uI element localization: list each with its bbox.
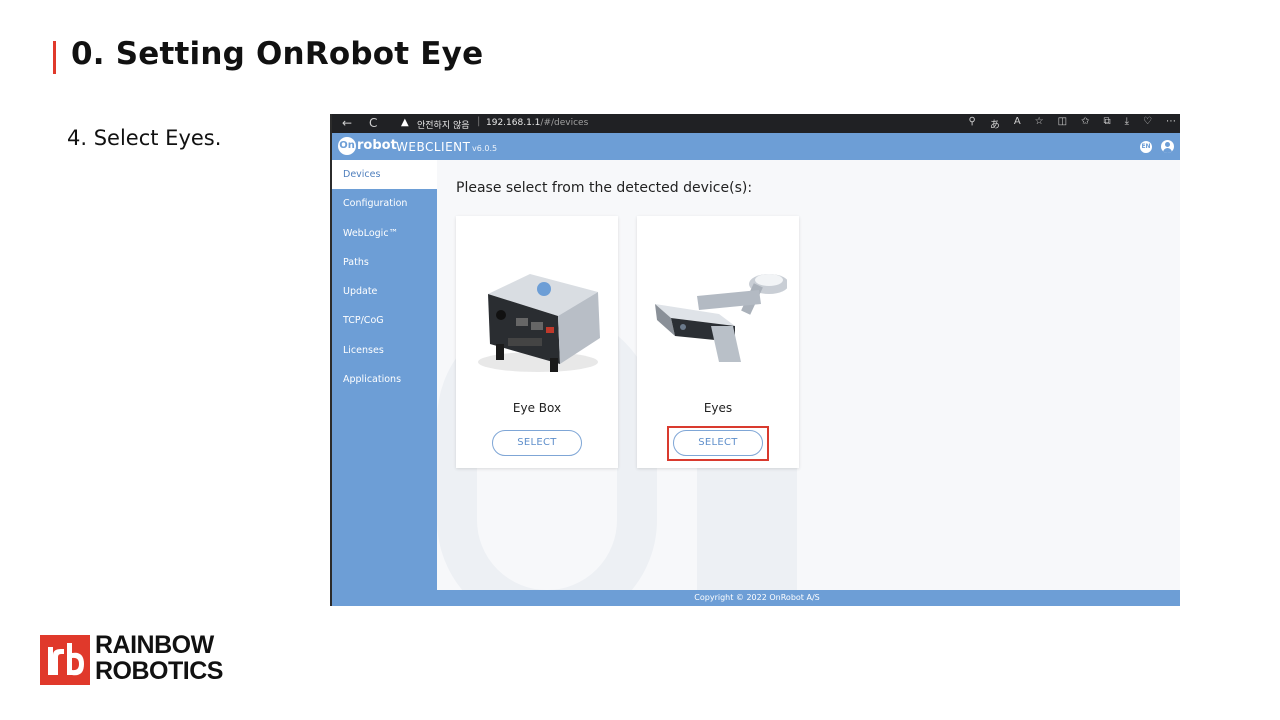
address-separator: | bbox=[477, 116, 481, 127]
refresh-icon[interactable]: C bbox=[369, 116, 377, 130]
webclient-screenshot: ← C ▲ 안전하지 않음 | 192.168.1.1/#/devices ⚲ … bbox=[330, 114, 1180, 606]
sidebar-item-update[interactable]: Update bbox=[332, 277, 437, 306]
title-accent-bar bbox=[53, 41, 56, 74]
brand-line-2: ROBOTICS bbox=[95, 657, 223, 685]
more-icon[interactable]: ⋯ bbox=[1166, 116, 1176, 131]
health-icon[interactable]: ♡ bbox=[1143, 116, 1152, 131]
favorites-icon[interactable]: ✩ bbox=[1081, 116, 1089, 131]
rainbow-robotics-logo-icon bbox=[40, 635, 90, 685]
device-card-eye-box: Eye Box SELECT bbox=[456, 216, 618, 468]
device-name-eye-box: Eye Box bbox=[512, 401, 562, 415]
onrobot-logo-text: robot bbox=[357, 138, 397, 153]
device-name-eyes: Eyes bbox=[703, 401, 733, 415]
warning-icon[interactable]: ▲ bbox=[401, 117, 409, 128]
onrobot-logo-icon: On bbox=[338, 137, 356, 155]
app-version: v6.0.5 bbox=[472, 144, 498, 153]
favorite-icon[interactable]: ☆ bbox=[1035, 116, 1044, 131]
read-aloud-icon[interactable]: A bbox=[1014, 116, 1021, 131]
step-instruction: 4. Select Eyes. bbox=[67, 126, 222, 150]
app-header: On robot WEBCLIENT v6.0.5 EN bbox=[332, 133, 1180, 160]
back-icon[interactable]: ← bbox=[342, 116, 352, 130]
language-icon[interactable]: EN bbox=[1140, 141, 1152, 153]
key-icon[interactable]: ⚲ bbox=[968, 116, 975, 131]
eyes-camera-image bbox=[655, 274, 787, 362]
url-path: /#/devices bbox=[540, 118, 589, 128]
sidebar-item-licenses[interactable]: Licenses bbox=[332, 336, 437, 365]
user-icon[interactable] bbox=[1161, 140, 1174, 153]
sidebar-item-paths[interactable]: Paths bbox=[332, 248, 437, 277]
collections-icon[interactable]: ⧉ bbox=[1103, 116, 1110, 131]
select-eyes-highlight bbox=[667, 426, 769, 461]
browser-toolbar: ← C ▲ 안전하지 않음 | 192.168.1.1/#/devices ⚲ … bbox=[332, 114, 1180, 133]
translate-icon[interactable]: あ bbox=[990, 116, 1000, 131]
devices-panel: Please select from the detected device(s… bbox=[437, 160, 1180, 590]
brand-line-1: RAINBOW bbox=[95, 631, 214, 659]
sidebar-item-tcp-cog[interactable]: TCP/CoG bbox=[332, 306, 437, 335]
select-eye-box-button[interactable]: SELECT bbox=[492, 430, 582, 456]
sidebar-item-configuration[interactable]: Configuration bbox=[332, 189, 437, 218]
device-card-eyes: Eyes SELECT bbox=[637, 216, 799, 468]
downloads-icon[interactable]: ⤓ bbox=[1125, 116, 1129, 131]
split-screen-icon[interactable]: ◫ bbox=[1058, 116, 1067, 131]
device-prompt: Please select from the detected device(s… bbox=[456, 180, 753, 196]
rainbow-robotics-logo-text: RAINBOW ROBOTICS bbox=[95, 632, 223, 684]
sidebar-item-weblogic[interactable]: WebLogic™ bbox=[332, 219, 437, 248]
security-status[interactable]: 안전하지 않음 bbox=[417, 118, 470, 131]
slide-title: 0. Setting OnRobot Eye bbox=[71, 36, 484, 72]
footer-copyright: Copyright © 2022 OnRobot A/S bbox=[332, 590, 1180, 606]
address-bar[interactable]: 192.168.1.1/#/devices bbox=[486, 118, 588, 128]
eye-box-image bbox=[478, 274, 600, 372]
sidebar: Devices Configuration WebLogic™ Paths Up… bbox=[332, 160, 437, 590]
app-name: WEBCLIENT bbox=[396, 140, 471, 154]
browser-tools: ⚲ あ A ☆ ◫ ✩ ⧉ ⤓ ♡ ⋯ bbox=[968, 116, 1176, 131]
sidebar-item-applications[interactable]: Applications bbox=[332, 365, 437, 394]
sidebar-item-devices[interactable]: Devices bbox=[332, 160, 437, 190]
url-host: 192.168.1.1 bbox=[486, 118, 541, 128]
